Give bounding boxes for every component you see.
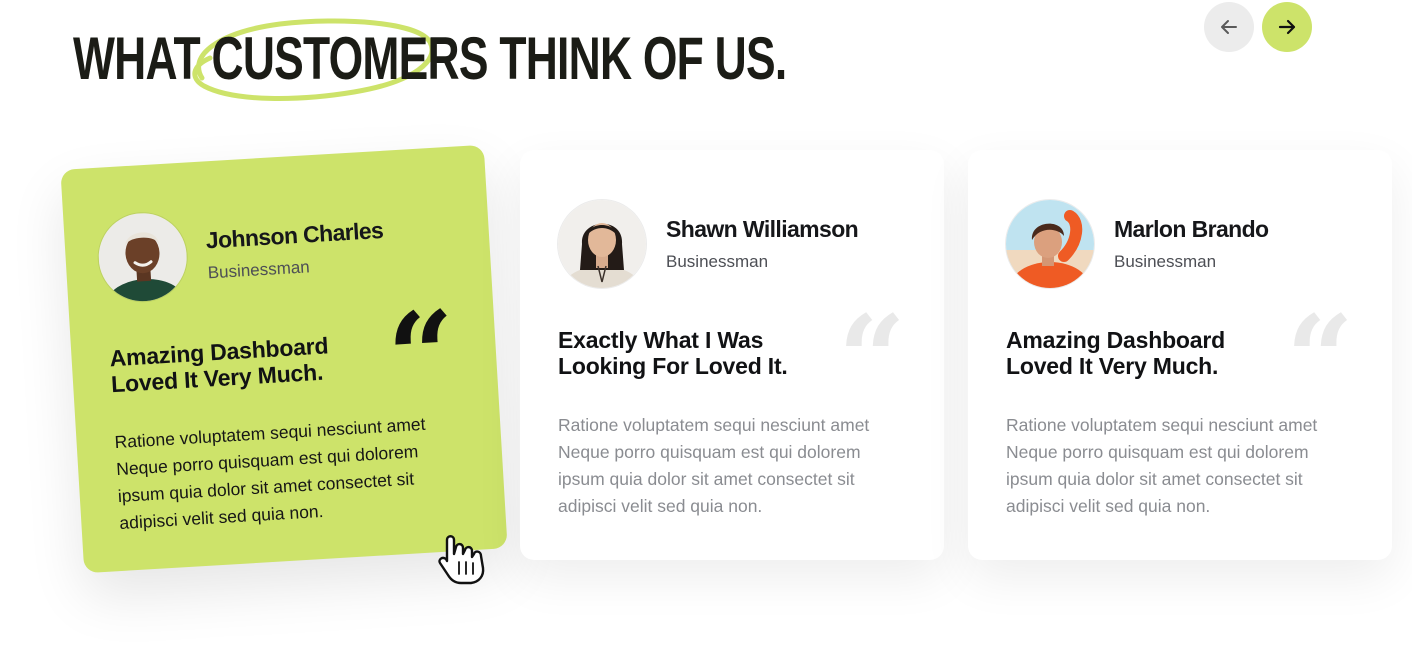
review-title: Exactly What I Was Looking For Loved It. [558,327,788,379]
heading-text-before: WHAT [73,25,212,92]
person-name: Shawn Williamson [666,216,859,242]
testimonial-card[interactable]: Johnson Charles Businessman Amazing Dash… [60,144,508,574]
person-role: Businessman [666,252,769,271]
quote-icon: “ [838,289,906,428]
review-title: Amazing Dashboard Loved It Very Much. [108,332,330,398]
review-body: Ratione voluptatem sequi nesciunt amet N… [558,415,870,516]
person-photo-icon [558,200,646,288]
hand-pointer-cursor-icon [438,535,485,585]
person-photo-icon [96,210,190,304]
heading-highlight-word: CUSTOMERS [211,25,489,92]
person-role: Businessman [1114,252,1217,271]
person-name: Johnson Charles [205,216,384,254]
testimonials-section: WHAT CUSTOMERS THINK OF US. Johnson Char… [0,0,1412,664]
review-title: Amazing Dashboard Loved It Very Much. [1006,327,1225,379]
person-name: Marlon Brando [1114,216,1269,242]
person-role: Businessman [207,257,311,283]
avatar [96,210,190,304]
person-photo-icon [1006,200,1094,288]
review-body: Ratione voluptatem sequi nesciunt amet N… [114,413,426,534]
testimonial-card[interactable]: Marlon Brando Businessman Amazing Dashbo… [968,150,1392,560]
testimonial-card[interactable]: Shawn Williamson Businessman Exactly Wha… [520,150,944,560]
arrow-right-icon [1278,19,1296,35]
avatar [558,200,646,288]
heading-text-after: THINK OF US. [487,25,787,92]
review-body: Ratione voluptatem sequi nesciunt amet N… [1006,415,1318,516]
slider-prev-button[interactable] [1204,2,1254,52]
quote-icon: “ [383,283,460,427]
slider-next-button[interactable] [1262,2,1312,52]
section-heading: WHAT CUSTOMERS THINK OF US. [73,25,787,92]
avatar [1006,200,1094,288]
arrow-left-icon [1221,20,1237,34]
quote-icon: “ [1286,289,1354,428]
